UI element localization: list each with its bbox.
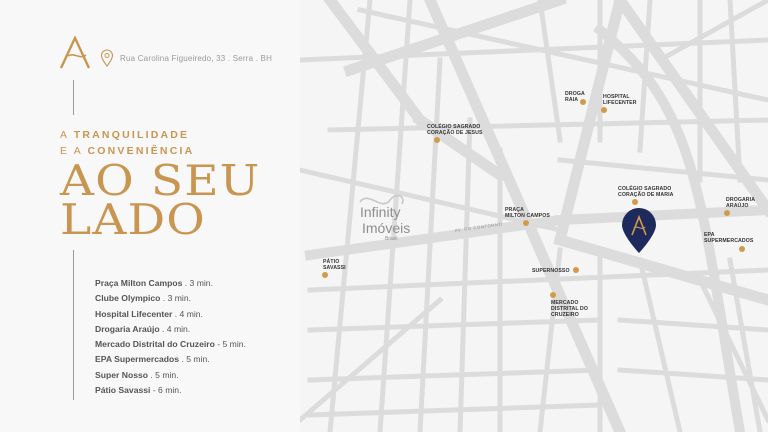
infinity-logo-top: Infinity (360, 204, 401, 220)
divider (73, 80, 74, 115)
map-marker (523, 220, 529, 226)
map-pin-icon (622, 208, 656, 253)
list-item: Mercado Distrital do Cruzeiro - 5 min. (95, 339, 246, 350)
map-label-hospital: HOSPITAL LIFECENTER (603, 94, 637, 106)
list-item: Hospital Lifecenter . 4 min. (95, 308, 203, 319)
infinity-logo-sub: Brasil (385, 236, 398, 242)
map-label-mercado: MERCADO DISTRITAL DO CRUZEIRO (551, 300, 589, 318)
map-label-sagrado-jesus: COLÉGIO SAGRADO CORAÇÃO DE JESUS (427, 124, 483, 136)
list-item: Super Nosso . 5 min. (95, 369, 179, 380)
list-item: Drogaria Araújo . 4 min. (95, 323, 191, 334)
list-item: EPA Supermercados . 5 min. (95, 354, 210, 365)
headline-line-2: LADO (60, 195, 206, 244)
divider (73, 250, 74, 400)
map-marker (580, 99, 586, 105)
map-label-drogaria-araujo: DROGARIA ARAÚJO (726, 197, 756, 209)
list-item: Praça Milton Campos . 3 min. (95, 278, 213, 288)
list-item: Pátio Savassi - 6 min. (95, 385, 182, 396)
map-marker (434, 137, 440, 143)
map-label-praca: PRAÇA MILTON CAMPOS (505, 207, 550, 219)
brand-logo-icon (59, 36, 91, 69)
list-item: Clube Olympico . 3 min. (95, 293, 191, 304)
address-text: Rua Carolina Figueiredo, 33 . Serra . BH (120, 54, 273, 63)
map-marker (739, 246, 745, 252)
map-label-supernosso: SUPERNOSSO (532, 268, 570, 274)
map-label-epa: EPA SUPERMERCADOS (704, 232, 754, 244)
map-marker (601, 107, 607, 113)
location-pin-icon (100, 49, 114, 67)
tagline-line-1: A TRANQUILIDADE (60, 129, 190, 141)
map-marker (724, 210, 730, 216)
map-label-sagrado-maria: COLÉGIO SAGRADO CORAÇÃO DE MARIA (618, 186, 674, 198)
map-label-patio: PÁTIO SAVASSI (323, 259, 346, 271)
map-marker (573, 267, 579, 273)
map-marker (632, 199, 638, 205)
left-panel: Rua Carolina Figueiredo, 33 . Serra . BH… (0, 0, 310, 432)
distance-list: Praça Milton Campos . 3 min. Clube Olymp… (95, 276, 246, 398)
map-marker (322, 272, 328, 278)
map-marker (550, 292, 556, 298)
infinity-logo-bottom: Imóveis (362, 220, 411, 236)
